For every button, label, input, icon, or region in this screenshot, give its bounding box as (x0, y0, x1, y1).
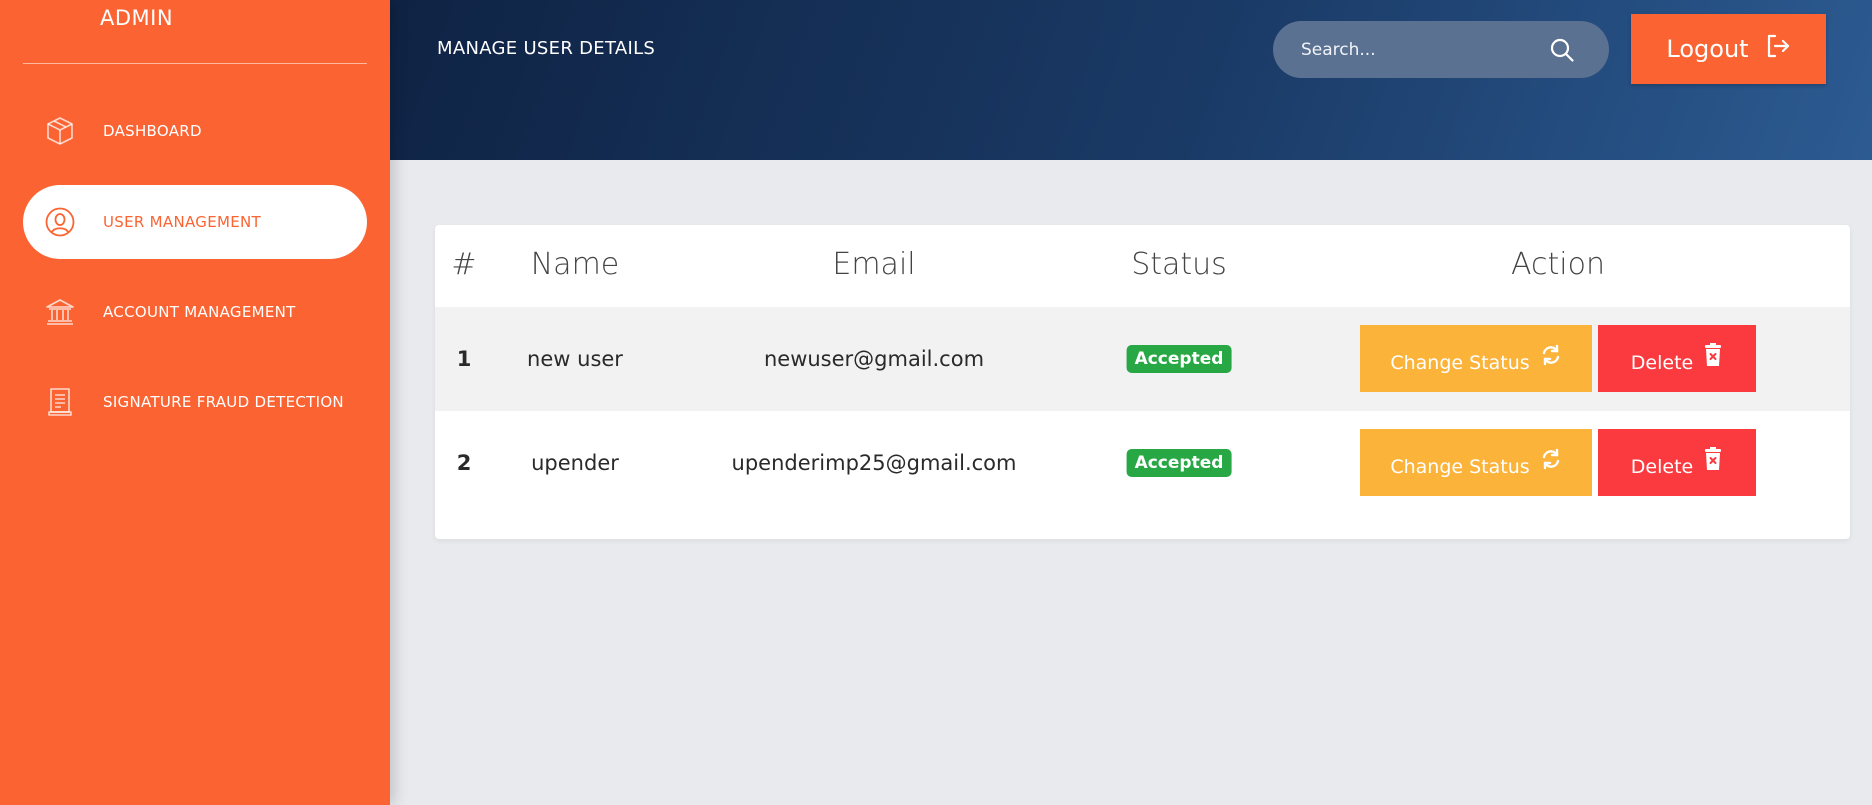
change-status-label: Change Status (1390, 351, 1530, 374)
cube-icon (43, 114, 77, 148)
column-header-name: Name (530, 247, 620, 282)
row-name: upender (531, 451, 619, 475)
sidebar-item-label: SIGNATURE FRAUD DETECTION (103, 393, 344, 411)
row-email: newuser@gmail.com (763, 347, 985, 371)
search-box (1273, 21, 1609, 78)
row-name: new user (527, 347, 623, 371)
change-status-label: Change Status (1390, 455, 1530, 478)
logout-button[interactable]: Logout (1631, 14, 1826, 84)
sidebar-item-label: USER MANAGEMENT (103, 213, 261, 231)
sidebar: ADMIN DASHBOARD USER MANAGEMENT ACCOUNT … (0, 0, 390, 805)
sidebar-item-dashboard[interactable]: DASHBOARD (23, 94, 367, 168)
delete-button[interactable]: Delete (1598, 429, 1756, 496)
column-header-action: Action (1511, 247, 1605, 282)
search-input[interactable] (1301, 21, 1551, 78)
trash-icon (1705, 342, 1722, 366)
delete-label: Delete (1630, 351, 1694, 374)
change-status-button[interactable]: Change Status (1360, 429, 1592, 496)
table-row: 2 upender upenderimp25@gmail.com Accepte… (435, 411, 1850, 515)
column-header-index: # (451, 247, 477, 282)
user-circle-icon (43, 205, 77, 239)
row-index: 2 (456, 451, 472, 475)
column-header-status: Status (1131, 247, 1227, 282)
table-row: 1 new user newuser@gmail.com Accepted Ch… (435, 307, 1850, 411)
sidebar-item-signature-fraud-detection[interactable]: SIGNATURE FRAUD DETECTION (23, 365, 367, 439)
sidebar-item-account-management[interactable]: ACCOUNT MANAGEMENT (23, 275, 367, 349)
search-icon[interactable] (1549, 37, 1575, 63)
column-header-email: Email (832, 247, 916, 282)
status-badge: Accepted (1126, 345, 1232, 373)
sidebar-item-user-management[interactable]: USER MANAGEMENT (23, 185, 367, 259)
refresh-icon (1542, 448, 1559, 469)
delete-label: Delete (1630, 455, 1694, 478)
row-email: upenderimp25@gmail.com (731, 451, 1017, 475)
status-badge: Accepted (1126, 449, 1232, 477)
bank-icon (43, 295, 77, 329)
app: ADMIN DASHBOARD USER MANAGEMENT ACCOUNT … (0, 0, 1872, 805)
top-header: MANAGE USER DETAILS Logout (390, 0, 1872, 160)
row-index: 1 (456, 347, 472, 371)
delete-button[interactable]: Delete (1598, 325, 1756, 392)
users-table: # Name Email Status Action 1 new user ne… (435, 225, 1850, 539)
brand-title: ADMIN (100, 6, 174, 30)
trash-icon (1705, 446, 1722, 470)
table-header: # Name Email Status Action (435, 225, 1850, 307)
change-status-button[interactable]: Change Status (1360, 325, 1592, 392)
logout-label: Logout (1666, 35, 1749, 63)
logout-icon (1765, 33, 1791, 65)
sidebar-item-label: ACCOUNT MANAGEMENT (103, 303, 296, 321)
document-icon (43, 385, 77, 419)
refresh-icon (1542, 344, 1559, 365)
sidebar-item-label: DASHBOARD (103, 122, 202, 140)
brand-divider (23, 63, 367, 64)
page-title: MANAGE USER DETAILS (437, 38, 656, 59)
